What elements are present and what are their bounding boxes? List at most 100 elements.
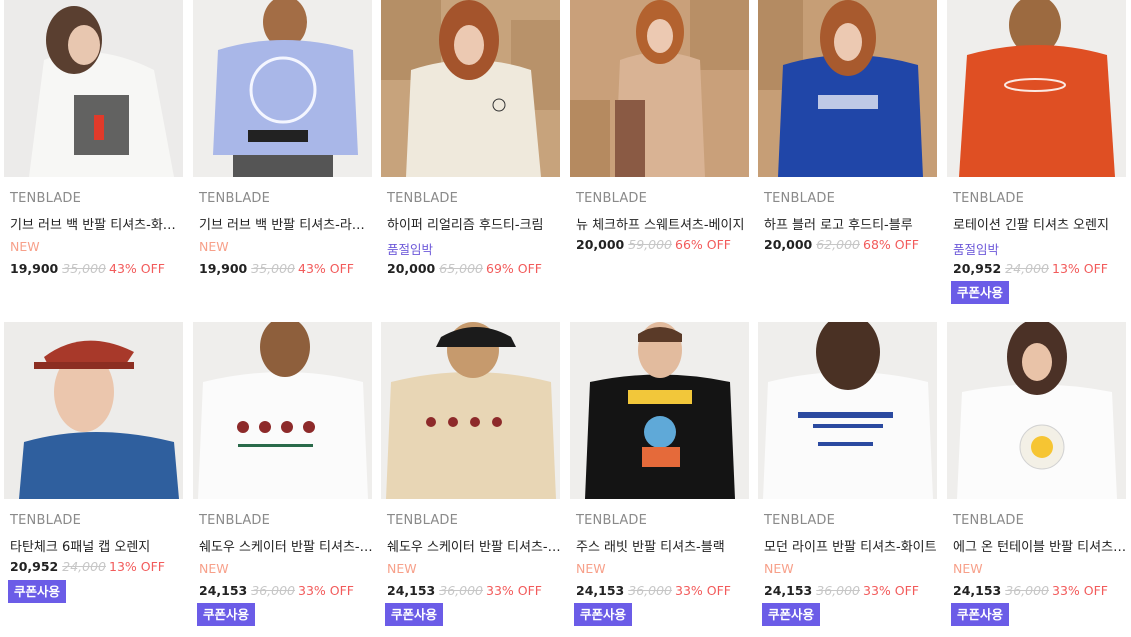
product-name[interactable]: 에그 온 턴테이블 반팔 티셔츠-화이트 bbox=[953, 536, 1128, 555]
product-name[interactable]: 쉐도우 스케이터 반팔 티셔츠-화이트 bbox=[199, 536, 374, 555]
product-price: 24,153 36,000 33% OFF bbox=[953, 583, 1108, 598]
product-card[interactable]: TENBLADE 기브 러브 백 반팔 티셔츠-화이트 NEW 19,900 35… bbox=[4, 0, 185, 276]
product-image[interactable] bbox=[570, 0, 749, 177]
product-price: 24,153 36,000 33% OFF bbox=[764, 583, 919, 598]
product-brand: TENBLADE bbox=[199, 191, 271, 206]
product-card[interactable]: TENBLADE 쉐도우 스케이터 반팔 티셔츠-베이지 NEW 24,1533… bbox=[381, 322, 562, 626]
product-brand: TENBLADE bbox=[764, 191, 836, 206]
product-brand: TENBLADE bbox=[387, 191, 459, 206]
discount-rate: 69% OFF bbox=[486, 261, 542, 276]
product-name[interactable]: 하프 블러 로고 후드티-블루 bbox=[764, 214, 939, 233]
product-name[interactable]: 타탄체크 6패널 캡 오렌지 bbox=[10, 536, 185, 555]
product-brand: TENBLADE bbox=[764, 513, 836, 528]
product-card[interactable]: TENBLADE 기브 러브 백 반팔 티셔츠-라벤더 NEW 19,900 35… bbox=[193, 0, 374, 276]
original-price: 65,000 bbox=[439, 261, 483, 276]
product-name[interactable]: 모던 라이프 반팔 티셔츠-화이트 bbox=[764, 536, 939, 555]
product-image[interactable] bbox=[4, 322, 183, 499]
product-image[interactable] bbox=[947, 322, 1126, 499]
product-brand: TENBLADE bbox=[10, 513, 82, 528]
product-card[interactable]: TENBLADE 로테이션 긴팔 티셔츠 오렌지 품절임박 20,952 24,0… bbox=[947, 0, 1126, 304]
product-name[interactable]: 하이퍼 리얼리즘 후드티-크림 bbox=[387, 214, 562, 233]
product-image[interactable] bbox=[947, 0, 1126, 177]
product-price: 20,000 59,000 66% OFF bbox=[576, 237, 731, 252]
coupon-button[interactable]: 쿠폰사용 bbox=[385, 603, 444, 626]
product-card[interactable]: TENBLADE 타탄체크 6패널 캡 오렌지 20,952 24,000 13% … bbox=[4, 322, 183, 603]
product-brand: TENBLADE bbox=[576, 191, 648, 206]
product-image[interactable] bbox=[4, 0, 183, 177]
original-price: 24,000 bbox=[1005, 261, 1049, 276]
product-tag-new: NEW bbox=[199, 561, 229, 576]
product-image[interactable] bbox=[381, 0, 560, 177]
product-tag-new: NEW bbox=[764, 561, 794, 576]
product-image[interactable] bbox=[758, 0, 937, 177]
product-image[interactable] bbox=[193, 322, 372, 499]
original-price: 36,000 bbox=[251, 583, 295, 598]
product-price: 20,000 62,000 68% OFF bbox=[764, 237, 919, 252]
product-image[interactable] bbox=[381, 322, 560, 499]
discount-rate: 33% OFF bbox=[675, 583, 731, 598]
product-grid: TENBLADE 기브 러브 백 반팔 티셔츠-화이트 NEW 19,900 35… bbox=[0, 0, 1131, 637]
product-name[interactable]: 로테이션 긴팔 티셔츠 오렌지 bbox=[953, 214, 1128, 233]
product-card[interactable]: TENBLADE 하이퍼 리얼리즘 후드티-크림 품절임박 20,000 65,0… bbox=[381, 0, 560, 276]
product-price: 19,900 35,000 43% OFF bbox=[199, 261, 354, 276]
product-price: 20,952 24,000 13% OFF bbox=[10, 559, 165, 574]
product-name[interactable]: 쉐도우 스케이터 반팔 티셔츠-베이지 bbox=[387, 536, 562, 555]
sale-price: 24,153 bbox=[764, 583, 813, 598]
sale-price: 20,952 bbox=[953, 261, 1002, 276]
coupon-button[interactable]: 쿠폰사용 bbox=[951, 281, 1010, 304]
product-tag-soldout: 품절임박 bbox=[387, 242, 434, 257]
discount-rate: 13% OFF bbox=[1052, 261, 1108, 276]
sale-price: 20,000 bbox=[764, 237, 813, 252]
product-price: 24,153 36,000 33% OFF bbox=[199, 583, 354, 598]
discount-rate: 33% OFF bbox=[863, 583, 919, 598]
product-card[interactable]: TENBLADE 쉐도우 스케이터 반팔 티셔츠-화이트 NEW 24,1533… bbox=[193, 322, 374, 626]
product-price: 20,000 65,000 69% OFF bbox=[387, 261, 542, 276]
original-price: 24,000 bbox=[62, 559, 106, 574]
discount-rate: 43% OFF bbox=[298, 261, 354, 276]
product-card[interactable]: TENBLADE 에그 온 턴테이블 반팔 티셔츠-화이트 NEW 24,153… bbox=[947, 322, 1128, 626]
product-tag-new: NEW bbox=[387, 561, 417, 576]
original-price: 35,000 bbox=[251, 261, 295, 276]
product-tag-soldout: 품절임박 bbox=[953, 242, 1000, 257]
sale-price: 20,952 bbox=[10, 559, 59, 574]
product-price: 24,153 36,000 33% OFF bbox=[576, 583, 731, 598]
product-brand: TENBLADE bbox=[953, 191, 1025, 206]
sale-price: 20,000 bbox=[387, 261, 436, 276]
original-price: 36,000 bbox=[439, 583, 483, 598]
sale-price: 19,900 bbox=[10, 261, 59, 276]
discount-rate: 33% OFF bbox=[486, 583, 542, 598]
product-card[interactable]: TENBLADE 하프 블러 로고 후드티-블루 20,000 62,000 68%… bbox=[758, 0, 937, 252]
product-brand: TENBLADE bbox=[199, 513, 271, 528]
coupon-button[interactable]: 쿠폰사용 bbox=[762, 603, 821, 626]
product-card[interactable]: TENBLADE 모던 라이프 반팔 티셔츠-화이트 NEW 24,153 36,… bbox=[758, 322, 937, 626]
product-name[interactable]: 기브 러브 백 반팔 티셔츠-화이트 bbox=[10, 214, 185, 233]
product-brand: TENBLADE bbox=[10, 191, 82, 206]
product-card[interactable]: TENBLADE 주스 래빗 반팔 티셔츠-블랙 NEW 24,153 36,00… bbox=[570, 322, 749, 626]
product-tag-new: NEW bbox=[10, 239, 40, 254]
product-image[interactable] bbox=[193, 0, 372, 177]
coupon-button[interactable]: 쿠폰사용 bbox=[197, 603, 256, 626]
coupon-button[interactable]: 쿠폰사용 bbox=[574, 603, 633, 626]
coupon-button[interactable]: 쿠폰사용 bbox=[8, 580, 67, 603]
product-image[interactable] bbox=[758, 322, 937, 499]
original-price: 59,000 bbox=[628, 237, 672, 252]
product-image[interactable] bbox=[570, 322, 749, 499]
coupon-button[interactable]: 쿠폰사용 bbox=[951, 603, 1010, 626]
product-brand: TENBLADE bbox=[387, 513, 459, 528]
discount-rate: 66% OFF bbox=[675, 237, 731, 252]
sale-price: 20,000 bbox=[576, 237, 625, 252]
discount-rate: 43% OFF bbox=[109, 261, 165, 276]
discount-rate: 68% OFF bbox=[863, 237, 919, 252]
product-name[interactable]: 기브 러브 백 반팔 티셔츠-라벤더 bbox=[199, 214, 374, 233]
product-name[interactable]: 뉴 체크하프 스웨트셔츠-베이지 bbox=[576, 214, 751, 233]
product-tag-new: NEW bbox=[953, 561, 983, 576]
original-price: 36,000 bbox=[816, 583, 860, 598]
product-card[interactable]: TENBLADE 뉴 체크하프 스웨트셔츠-베이지 20,000 59,000 66… bbox=[570, 0, 749, 252]
original-price: 35,000 bbox=[62, 261, 106, 276]
product-name[interactable]: 주스 래빗 반팔 티셔츠-블랙 bbox=[576, 536, 751, 555]
sale-price: 24,153 bbox=[953, 583, 1002, 598]
discount-rate: 33% OFF bbox=[1052, 583, 1108, 598]
product-price: 19,900 35,000 43% OFF bbox=[10, 261, 165, 276]
original-price: 36,000 bbox=[1005, 583, 1049, 598]
product-tag-new: NEW bbox=[199, 239, 229, 254]
